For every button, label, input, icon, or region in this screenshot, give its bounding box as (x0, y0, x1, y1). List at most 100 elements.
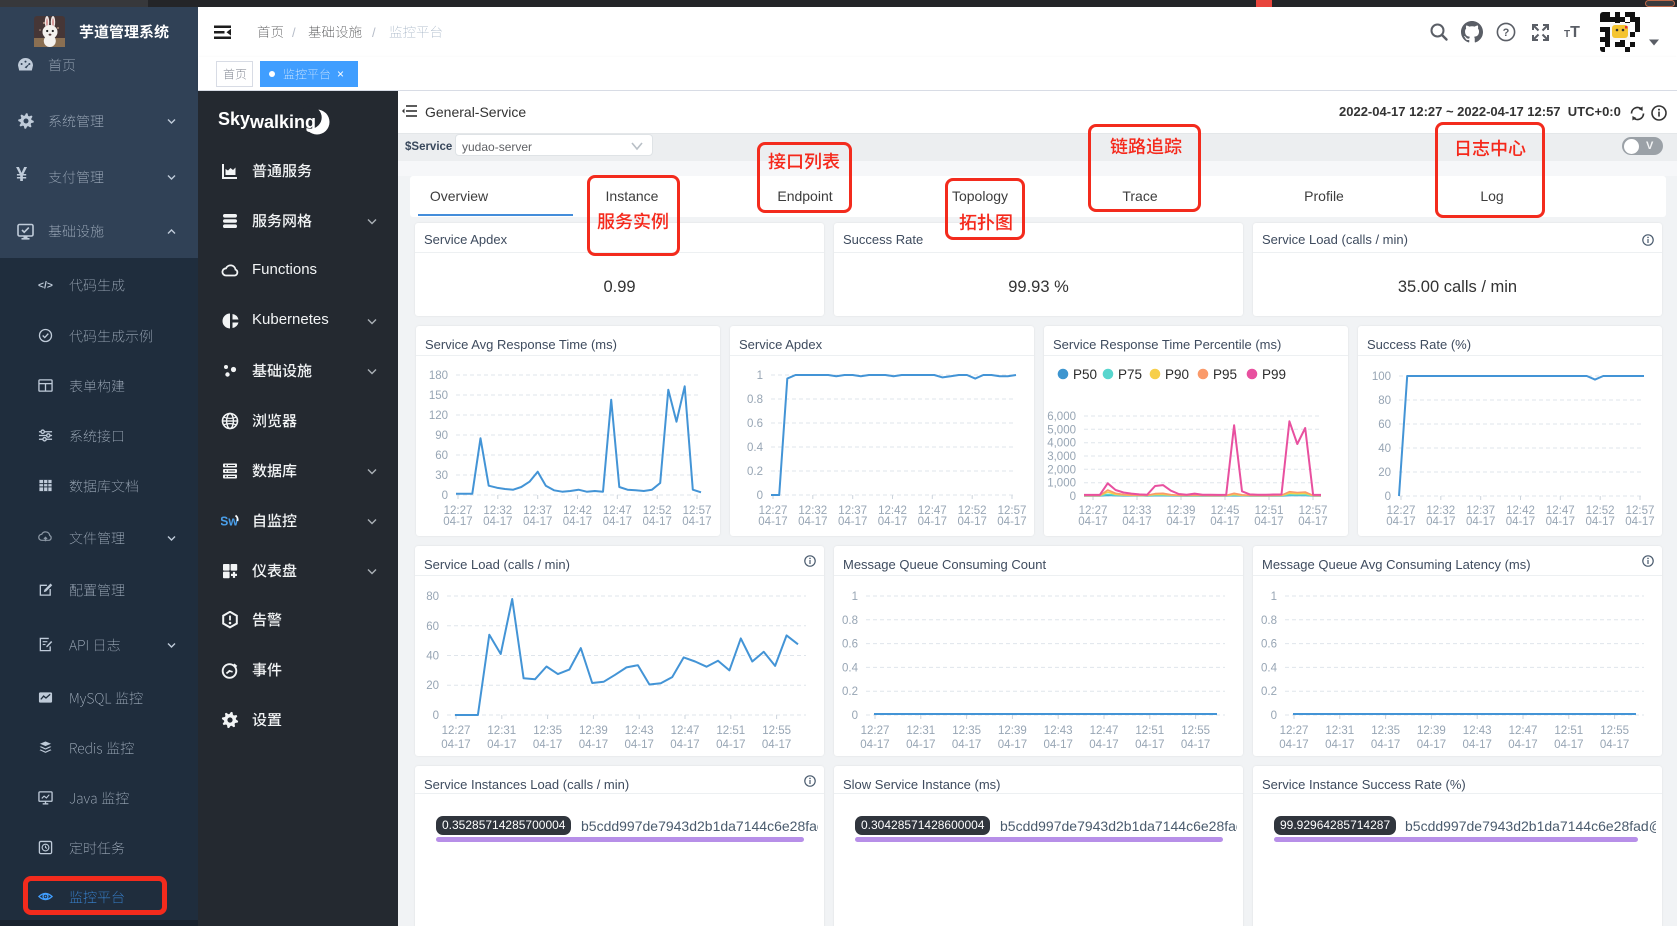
svg-text:12:35: 12:35 (1371, 725, 1400, 737)
svg-text:12:47: 12:47 (671, 725, 700, 737)
svg-text:0.2: 0.2 (842, 686, 858, 698)
svg-text:04-17: 04-17 (603, 516, 632, 528)
svg-text:04-17: 04-17 (1325, 739, 1354, 751)
svg-text:04-17: 04-17 (1546, 516, 1575, 528)
svg-text:1: 1 (852, 591, 858, 603)
svg-text:P50: P50 (1073, 367, 1097, 382)
svg-text:04-17: 04-17 (918, 516, 947, 528)
svg-text:3,000: 3,000 (1047, 451, 1076, 463)
svg-text:0: 0 (433, 710, 439, 722)
svg-text:0: 0 (1271, 710, 1277, 722)
svg-text:180: 180 (429, 370, 448, 382)
svg-text:12:39: 12:39 (998, 725, 1027, 737)
svg-text:120: 120 (429, 410, 448, 422)
svg-text:04-17: 04-17 (441, 739, 470, 751)
svg-text:04-17: 04-17 (487, 739, 516, 751)
svg-text:04-17: 04-17 (906, 739, 935, 751)
svg-text:04-17: 04-17 (1466, 516, 1495, 528)
svg-text:0.4: 0.4 (1261, 662, 1278, 674)
svg-text:04-17: 04-17 (957, 516, 986, 528)
svg-text:04-17: 04-17 (1554, 739, 1583, 751)
svg-text:04-17: 04-17 (1386, 516, 1415, 528)
svg-text:12:55: 12:55 (762, 725, 791, 737)
svg-text:12:43: 12:43 (625, 725, 654, 737)
svg-text:04-17: 04-17 (716, 739, 745, 751)
svg-text:04-17: 04-17 (1371, 739, 1400, 751)
svg-text:P90: P90 (1165, 367, 1189, 382)
svg-text:04-17: 04-17 (997, 516, 1026, 528)
svg-text:20: 20 (426, 680, 439, 692)
svg-text:P75: P75 (1118, 367, 1142, 382)
svg-text:04-17: 04-17 (682, 516, 711, 528)
svg-text:04-17: 04-17 (443, 516, 472, 528)
svg-text:04-17: 04-17 (624, 739, 653, 751)
svg-text:12:51: 12:51 (716, 725, 745, 737)
svg-text:04-17: 04-17 (1625, 516, 1654, 528)
svg-text:04-17: 04-17 (563, 516, 592, 528)
svg-text:04-17: 04-17 (483, 516, 512, 528)
svg-text:04-17: 04-17 (1417, 739, 1446, 751)
svg-text:12:51: 12:51 (1554, 725, 1583, 737)
svg-text:6,000: 6,000 (1047, 411, 1076, 423)
svg-text:P99: P99 (1262, 367, 1286, 382)
svg-text:04-17: 04-17 (1210, 516, 1239, 528)
svg-text:12:55: 12:55 (1181, 725, 1210, 737)
svg-text:100: 100 (1372, 371, 1391, 383)
svg-text:12:27: 12:27 (861, 725, 890, 737)
svg-text:60: 60 (426, 621, 439, 633)
svg-text:4,000: 4,000 (1047, 438, 1076, 450)
svg-text:40: 40 (1378, 443, 1391, 455)
svg-text:40: 40 (426, 651, 439, 663)
svg-text:04-17: 04-17 (642, 516, 671, 528)
svg-text:12:39: 12:39 (579, 725, 608, 737)
svg-text:0: 0 (757, 490, 763, 502)
svg-text:04-17: 04-17 (579, 739, 608, 751)
svg-text:</>: </> (38, 280, 53, 291)
svg-text:04-17: 04-17 (1506, 516, 1535, 528)
svg-text:80: 80 (1378, 395, 1391, 407)
svg-text:30: 30 (435, 470, 448, 482)
svg-text:12:31: 12:31 (487, 725, 516, 737)
svg-text:0: 0 (442, 490, 448, 502)
svg-text:04-17: 04-17 (878, 516, 907, 528)
svg-text:1,000: 1,000 (1047, 478, 1076, 490)
svg-text:80: 80 (426, 591, 439, 603)
svg-text:04-17: 04-17 (1122, 516, 1151, 528)
svg-text:0.8: 0.8 (747, 394, 763, 406)
svg-text:04-17: 04-17 (860, 739, 889, 751)
svg-text:2,000: 2,000 (1047, 464, 1076, 476)
svg-text:20: 20 (1378, 467, 1391, 479)
svg-text:12:43: 12:43 (1463, 725, 1492, 737)
svg-text:04-17: 04-17 (952, 739, 981, 751)
svg-text:0: 0 (852, 710, 858, 722)
svg-text:04-17: 04-17 (1508, 739, 1537, 751)
svg-text:?: ? (1503, 27, 1510, 39)
svg-text:04-17: 04-17 (838, 516, 867, 528)
svg-text:0.6: 0.6 (842, 639, 858, 651)
svg-text:04-17: 04-17 (533, 739, 562, 751)
svg-text:04-17: 04-17 (762, 739, 791, 751)
svg-text:04-17: 04-17 (1462, 739, 1491, 751)
svg-text:0.8: 0.8 (842, 615, 858, 627)
svg-text:04-17: 04-17 (1135, 739, 1164, 751)
svg-text:0.4: 0.4 (842, 662, 859, 674)
svg-text:0.2: 0.2 (747, 466, 763, 478)
svg-text:12:31: 12:31 (1325, 725, 1354, 737)
svg-text:150: 150 (429, 390, 448, 402)
svg-text:0.8: 0.8 (1261, 615, 1277, 627)
svg-text:04-17: 04-17 (758, 516, 787, 528)
svg-text:P95: P95 (1213, 367, 1237, 382)
svg-text:04-17: 04-17 (1181, 739, 1210, 751)
svg-text:12:43: 12:43 (1044, 725, 1073, 737)
svg-text:90: 90 (435, 430, 448, 442)
svg-text:12:27: 12:27 (442, 725, 471, 737)
svg-text:0.6: 0.6 (1261, 639, 1277, 651)
svg-text:04-17: 04-17 (1043, 739, 1072, 751)
svg-text:12:47: 12:47 (1509, 725, 1538, 737)
svg-text:04-17: 04-17 (1279, 739, 1308, 751)
svg-text:04-17: 04-17 (670, 739, 699, 751)
svg-text:04-17: 04-17 (1078, 516, 1107, 528)
svg-text:04-17: 04-17 (1426, 516, 1455, 528)
svg-text:04-17: 04-17 (998, 739, 1027, 751)
svg-text:04-17: 04-17 (1166, 516, 1195, 528)
